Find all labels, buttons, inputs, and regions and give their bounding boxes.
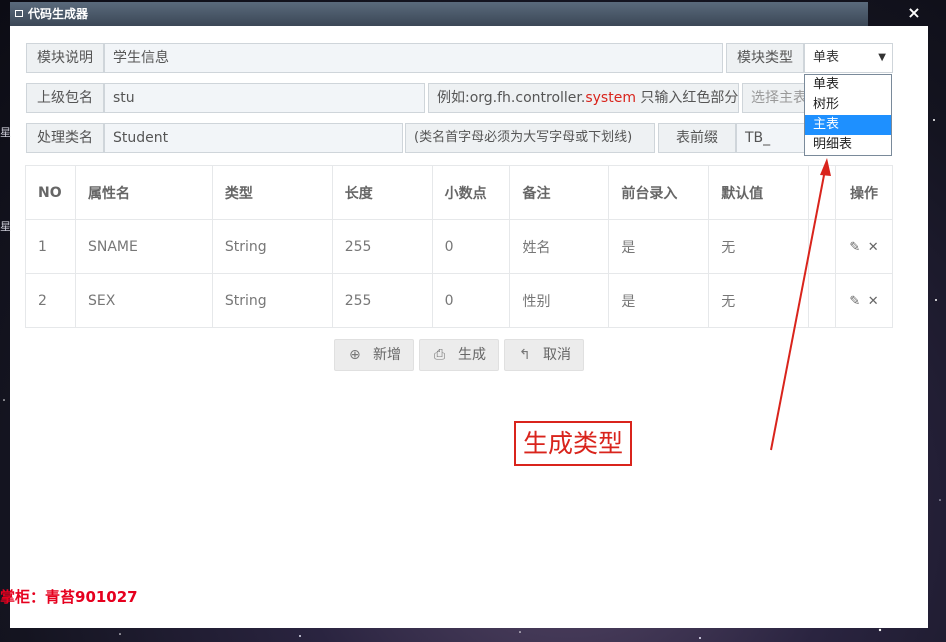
cell-length: 255 [331, 273, 433, 328]
package-hint-red: system [585, 90, 636, 106]
back-arrow-icon: ↰ [519, 347, 531, 363]
cell-frontend: 是 [608, 219, 710, 274]
col-name: 属性名 [74, 165, 213, 220]
plus-circle-icon: ⊕ [349, 347, 361, 363]
add-button-label: 新增 [373, 347, 401, 363]
module-type-select[interactable]: 单表 ▼ [804, 43, 893, 73]
cancel-button-label: 取消 [543, 347, 571, 363]
generate-button-label: 生成 [458, 347, 486, 363]
watermark-text: 掌柜：青苔901027 [0, 588, 138, 606]
cell-ops: ✎ ✕ [835, 273, 893, 328]
edge-glyph: 星 [0, 126, 11, 139]
cell-default: 无 [708, 273, 810, 328]
window-icon [15, 10, 23, 17]
cell-remark: 姓名 [509, 219, 610, 274]
package-input[interactable]: stu [104, 83, 425, 113]
class-hint: (类名首字母必须为大写字母或下划线) [405, 123, 655, 153]
cell-length: 255 [331, 219, 433, 274]
col-decimal: 小数点 [431, 165, 511, 220]
option-master-table[interactable]: 主表 [805, 115, 891, 135]
cell-name: SEX [74, 273, 213, 328]
class-label: 处理类名 [26, 123, 104, 153]
dropdown-arrow-icon: ▼ [878, 52, 886, 63]
cell-decimal: 0 [431, 273, 511, 328]
module-type-selected: 单表 [813, 50, 840, 65]
cell-type: String [211, 273, 333, 328]
prefix-label: 表前缀 [658, 123, 736, 153]
cell-no: 1 [25, 219, 76, 274]
cell-frontend: 是 [608, 273, 710, 328]
option-single-table[interactable]: 单表 [805, 75, 891, 95]
module-desc-label: 模块说明 [26, 43, 104, 73]
cancel-button[interactable]: ↰ 取消 [504, 339, 584, 371]
col-blank [808, 165, 837, 220]
window-title: 代码生成器 [28, 7, 89, 21]
package-hint: 例如:org.fh.controller.system 只输入红色部分 [428, 83, 739, 113]
window-titlebar: 代码生成器 [10, 2, 868, 26]
col-type: 类型 [211, 165, 333, 220]
col-frontend: 前台录入 [608, 165, 710, 220]
cell-ops: ✎ ✕ [835, 219, 893, 274]
generate-button[interactable]: ⎙ 生成 [419, 339, 499, 371]
class-input[interactable]: Student [104, 123, 403, 153]
close-icon[interactable]: ✕ [866, 294, 880, 309]
cell-blank [808, 219, 837, 274]
option-tree[interactable]: 树形 [805, 95, 891, 115]
print-icon: ⎙ [434, 347, 446, 363]
col-no: NO [25, 165, 76, 220]
option-detail-table[interactable]: 明细表 [805, 135, 891, 155]
cell-default: 无 [708, 219, 810, 274]
module-type-label: 模块类型 [726, 43, 804, 73]
package-hint-suffix: 只输入红色部分 [635, 90, 739, 106]
col-default: 默认值 [708, 165, 810, 220]
col-ops: 操作 [835, 165, 893, 220]
annotation-label: 生成类型 [514, 421, 632, 466]
col-remark: 备注 [509, 165, 610, 220]
cell-blank [808, 273, 837, 328]
module-desc-input[interactable]: 学生信息 [104, 43, 723, 73]
fields-table: NO 属性名 类型 长度 小数点 备注 前台录入 默认值 操作 1 SNAME … [25, 165, 893, 328]
add-button[interactable]: ⊕ 新增 [334, 339, 414, 371]
cell-name: SNAME [74, 219, 213, 274]
table-header-row: NO 属性名 类型 长度 小数点 备注 前台录入 默认值 操作 [25, 165, 893, 220]
package-hint-prefix: 例如:org.fh.controller. [437, 90, 586, 106]
close-icon[interactable]: ✕ [866, 240, 880, 255]
cell-remark: 性别 [509, 273, 610, 328]
module-type-dropdown: 单表 树形 主表 明细表 [804, 74, 892, 156]
pencil-icon[interactable]: ✎ [848, 294, 862, 309]
col-length: 长度 [331, 165, 433, 220]
table-row: 1 SNAME String 255 0 姓名 是 无 ✎ ✕ [25, 219, 893, 274]
cell-type: String [211, 219, 333, 274]
pencil-icon[interactable]: ✎ [848, 240, 862, 255]
cell-no: 2 [25, 273, 76, 328]
edge-glyph: 星 [0, 220, 11, 233]
table-row: 2 SEX String 255 0 性别 是 无 ✎ ✕ [25, 273, 893, 328]
close-button[interactable]: × [903, 2, 925, 24]
package-label: 上级包名 [26, 83, 104, 113]
cell-decimal: 0 [431, 219, 511, 274]
